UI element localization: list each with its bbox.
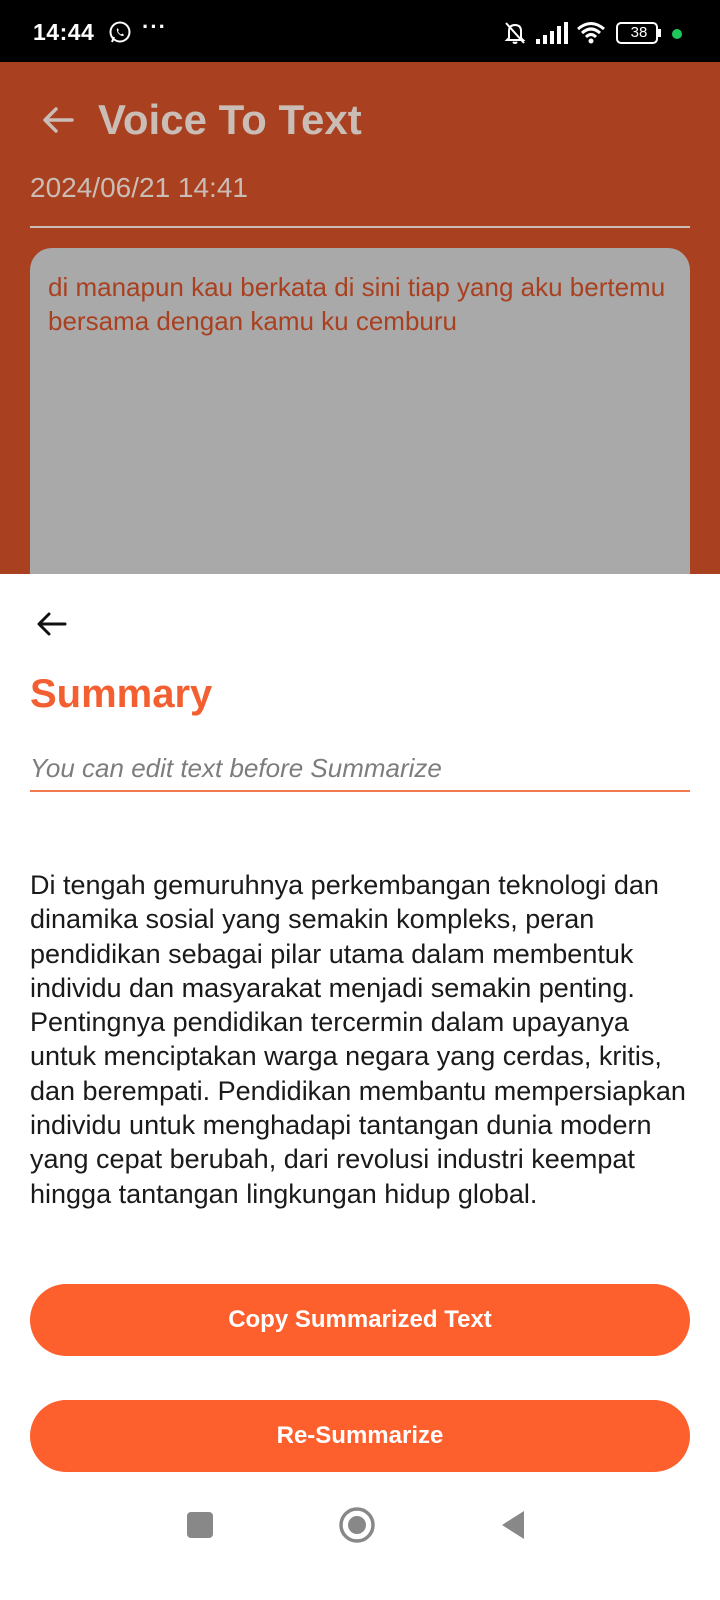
recent-apps-icon[interactable] <box>187 1512 213 1538</box>
battery-level: 38 <box>630 24 648 41</box>
wifi-icon <box>577 22 605 44</box>
transcript-text: di manapun kau berkata di sini tiap yang… <box>48 272 666 336</box>
whatsapp-icon <box>109 21 131 43</box>
divider <box>30 226 690 228</box>
background-app: Voice To Text 2024/06/21 14:41 di manapu… <box>0 62 720 588</box>
summary-sheet: Summary Di tengah gemuruhnya perkembanga… <box>0 574 720 1600</box>
back-arrow-icon[interactable] <box>38 100 78 140</box>
status-bar: 14:44 ··· 38 <box>0 0 720 62</box>
back-arrow-icon[interactable] <box>34 606 70 642</box>
home-icon[interactable] <box>338 1506 376 1544</box>
page-title: Voice To Text <box>98 96 362 143</box>
transcript-card: di manapun kau berkata di sini tiap yang… <box>30 248 690 588</box>
status-time: 14:44 <box>33 19 95 45</box>
sheet-title: Summary <box>30 672 213 716</box>
recording-date: 2024/06/21 14:41 <box>30 172 248 203</box>
copy-summarized-text-button[interactable]: Copy Summarized Text <box>30 1284 690 1356</box>
re-summarize-button[interactable]: Re-Summarize <box>30 1400 690 1472</box>
summary-text: Di tengah gemuruhnya perkembangan teknol… <box>30 870 686 1209</box>
bell-muted-icon <box>504 22 526 44</box>
nav-back-icon[interactable] <box>498 1508 528 1542</box>
privacy-indicator-dot <box>672 29 682 39</box>
summary-edit-input[interactable] <box>30 746 690 792</box>
more-notifications-icon: ··· <box>142 14 167 39</box>
signal-icon <box>536 22 568 44</box>
